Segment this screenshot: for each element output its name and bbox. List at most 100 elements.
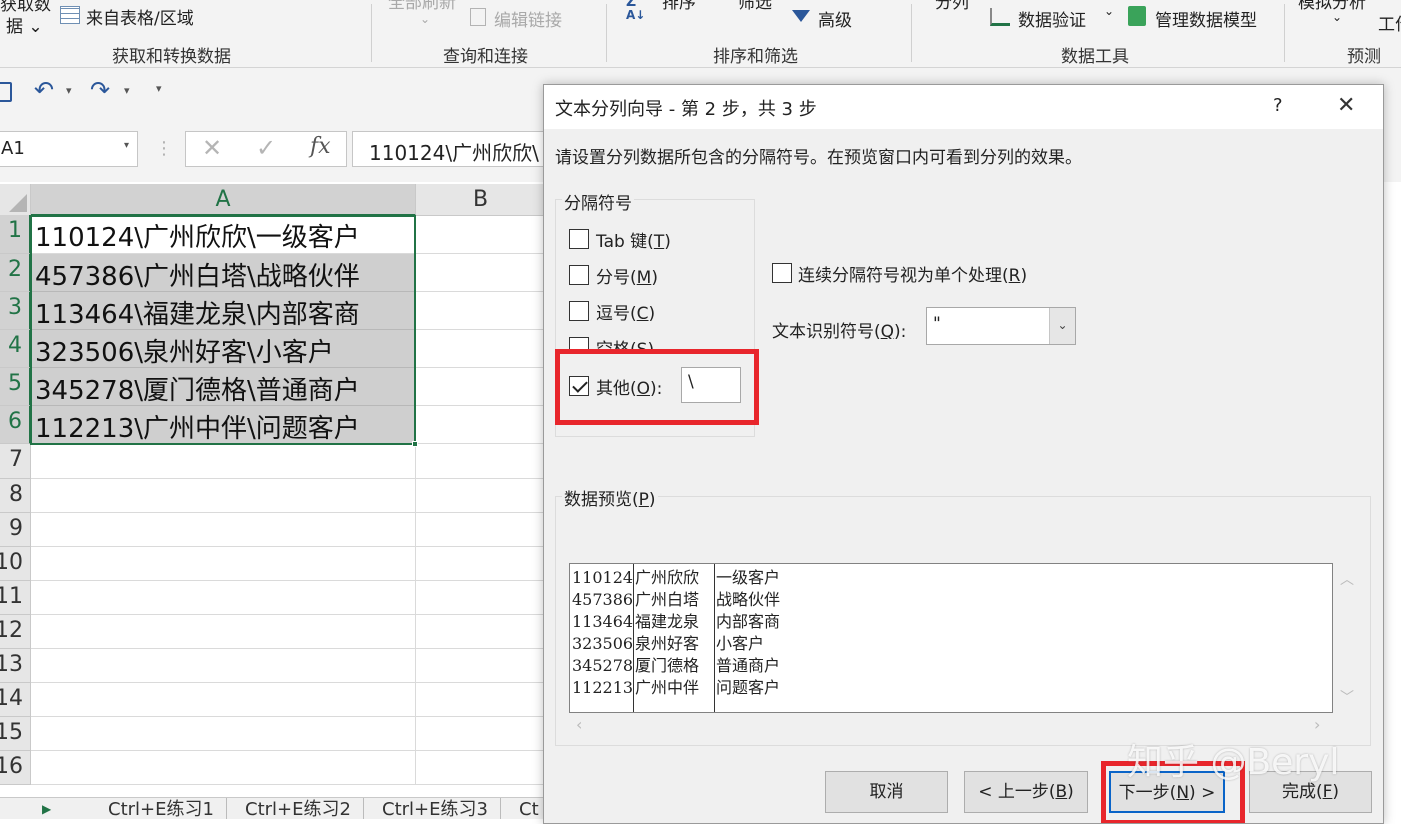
insert-function-icon[interactable]: fx xyxy=(310,134,331,159)
preview-cell: 福建龙泉 xyxy=(635,612,700,631)
get-data-button-line2[interactable]: 据 ⌄ xyxy=(6,12,43,37)
row-header[interactable]: 6 xyxy=(0,406,31,444)
ribbon-separator xyxy=(606,4,607,62)
row-header[interactable]: 13 xyxy=(0,649,31,683)
cell-b9[interactable] xyxy=(416,513,546,547)
row-header[interactable]: 16 xyxy=(0,751,31,785)
cell-a9[interactable] xyxy=(31,513,416,547)
row-header[interactable]: 2 xyxy=(0,254,31,292)
cell-a7[interactable] xyxy=(31,444,416,479)
selection-border xyxy=(30,215,416,445)
sheet-tabs: ▶ Ctrl+E练习1 Ctrl+E练习2 Ctrl+E练习3 Ct xyxy=(0,797,546,819)
cell-a13[interactable] xyxy=(31,649,416,683)
checkbox-box xyxy=(772,263,792,283)
row-header[interactable]: 4 xyxy=(0,330,31,368)
select-all-corner[interactable] xyxy=(0,184,31,216)
cell-b14[interactable] xyxy=(416,683,546,717)
cell-a16[interactable] xyxy=(31,751,416,785)
cell-a10[interactable] xyxy=(31,547,416,581)
row-header[interactable]: 15 xyxy=(0,717,31,751)
cell-b3[interactable] xyxy=(416,292,546,330)
link-icon xyxy=(470,8,486,26)
column-break-line[interactable] xyxy=(633,564,634,712)
row-header[interactable]: 10 xyxy=(0,547,31,581)
sheet-tab[interactable]: Ctrl+E练习3 xyxy=(370,798,501,819)
row-header[interactable]: 5 xyxy=(0,368,31,406)
sort-button[interactable]: 排序 xyxy=(662,0,696,13)
save-icon[interactable] xyxy=(0,82,12,102)
data-preview[interactable]: 110124 457386 113464 323506 345278 112213 广州欣… xyxy=(569,563,1333,713)
cell-a8[interactable] xyxy=(31,479,416,513)
cell-b13[interactable] xyxy=(416,649,546,683)
cell-b15[interactable] xyxy=(416,717,546,751)
customize-qat-icon[interactable]: ▾ xyxy=(156,82,162,95)
row-header[interactable]: 14 xyxy=(0,683,31,717)
preview-cell: 323506 xyxy=(572,634,634,653)
column-header-b[interactable]: B xyxy=(416,184,546,216)
other-delimiter-input[interactable]: \ xyxy=(681,367,741,403)
scroll-down-icon[interactable]: ﹀ xyxy=(1340,687,1354,707)
cell-b8[interactable] xyxy=(416,479,546,513)
scroll-right-icon[interactable]: › xyxy=(1314,715,1320,734)
chevron-down-icon: ⌄ xyxy=(1049,308,1075,344)
cell-b7[interactable] xyxy=(416,444,546,479)
chevron-down-icon: ⌄ xyxy=(1332,10,1343,24)
ribbon: 获取数 据 ⌄ 来自表格/区域 全部刷新 ⌄ 编辑链接 Z A↓ 排序 筛选 高… xyxy=(0,0,1401,68)
scroll-right-icon[interactable]: ▶ xyxy=(42,802,51,816)
cell-b10[interactable] xyxy=(416,547,546,581)
row-number: 8 xyxy=(9,482,23,507)
cell-a12[interactable] xyxy=(31,615,416,649)
row-header[interactable]: 9 xyxy=(0,513,31,547)
text-qualifier-label: 文本识别符号(Q): xyxy=(772,322,907,342)
name-box[interactable]: A1 ▾ xyxy=(0,131,138,167)
formula-input[interactable]: 110124\广州欣欣\ xyxy=(352,131,552,167)
cell-b6[interactable] xyxy=(416,406,546,444)
row-header[interactable]: 1 xyxy=(0,215,31,254)
cell-a14[interactable] xyxy=(31,683,416,717)
cell-b4[interactable] xyxy=(416,330,546,368)
filter-button[interactable]: 筛选 xyxy=(738,0,772,13)
cell-b12[interactable] xyxy=(416,615,546,649)
text-to-columns-button[interactable]: 分列 xyxy=(935,0,969,13)
cell-b16[interactable] xyxy=(416,751,546,785)
cancel-icon[interactable]: ✕ xyxy=(202,134,222,162)
scroll-left-icon[interactable]: ‹ xyxy=(576,715,582,734)
chevron-down-icon[interactable]: ▾ xyxy=(66,84,72,97)
sheet-tab[interactable]: Ct xyxy=(507,798,546,819)
text-to-columns-dialog: 文本分列向导 - 第 2 步，共 3 步 ? ✕ 请设置分列数据所包含的分隔符号… xyxy=(543,84,1384,824)
column-break-line[interactable] xyxy=(714,564,715,712)
cell-a11[interactable] xyxy=(31,581,416,615)
forecast-sheet-button[interactable]: 工作 xyxy=(1378,10,1401,35)
sheet-tab[interactable]: Ctrl+E练习1 xyxy=(96,798,227,819)
chevron-down-icon[interactable]: ▾ xyxy=(124,84,130,97)
cell-a15[interactable] xyxy=(31,717,416,751)
back-button[interactable]: < 上一步(B) xyxy=(964,771,1088,813)
preview-legend: 数据预览(P) xyxy=(562,485,658,510)
help-button[interactable]: ? xyxy=(1273,95,1283,116)
checkbox-box xyxy=(569,301,589,321)
sheet-tab[interactable]: Ctrl+E练习2 xyxy=(233,798,364,819)
scroll-up-icon[interactable]: ︿ xyxy=(1340,569,1354,589)
column-header-a[interactable]: A xyxy=(31,184,416,216)
cancel-button[interactable]: 取消 xyxy=(825,771,948,813)
row-header[interactable]: 12 xyxy=(0,615,31,649)
row-number: 1 xyxy=(8,218,22,243)
cell-b11[interactable] xyxy=(416,581,546,615)
row-header[interactable]: 11 xyxy=(0,581,31,615)
redo-icon[interactable]: ↷ xyxy=(90,76,110,104)
row-number: 6 xyxy=(8,409,22,434)
undo-icon[interactable]: ↶ xyxy=(34,76,54,104)
cell-b1[interactable] xyxy=(416,215,546,254)
preview-cell: 113464 xyxy=(572,612,634,631)
preview-cell: 战略伙伴 xyxy=(716,590,781,609)
row-header[interactable]: 7 xyxy=(0,444,31,479)
cell-b2[interactable] xyxy=(416,254,546,292)
enter-icon[interactable]: ✓ xyxy=(256,134,276,162)
text-qualifier-select[interactable]: " ⌄ xyxy=(926,307,1076,345)
group-label-get-transform: 获取和转换数据 xyxy=(112,47,231,67)
row-header[interactable]: 8 xyxy=(0,479,31,513)
fill-handle[interactable] xyxy=(412,441,418,447)
close-button[interactable]: ✕ xyxy=(1337,93,1355,118)
row-header[interactable]: 3 xyxy=(0,292,31,330)
cell-b5[interactable] xyxy=(416,368,546,406)
